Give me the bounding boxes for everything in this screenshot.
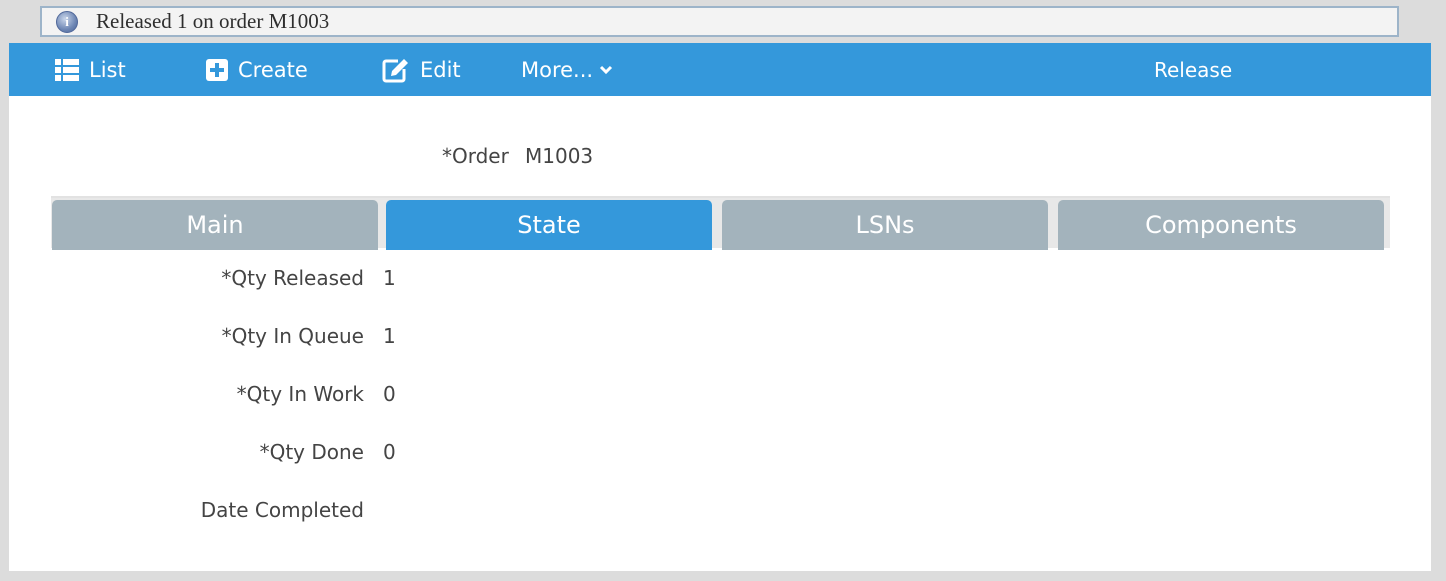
main-panel: List Create Edit More... Release *Order … xyxy=(9,43,1431,571)
tab-components[interactable]: Components xyxy=(1058,200,1384,250)
more-menu-button[interactable]: More... xyxy=(521,43,613,96)
date-completed-label: Date Completed xyxy=(200,498,364,522)
qty-released-label: *Qty Released xyxy=(221,266,364,290)
edit-label: Edit xyxy=(420,57,461,82)
info-icon: i xyxy=(56,10,78,33)
order-value: M1003 xyxy=(525,144,594,168)
qty-in-work-label: *Qty In Work xyxy=(236,382,364,406)
release-label: Release xyxy=(1154,57,1233,82)
list-button[interactable]: List xyxy=(55,43,126,96)
tab-lsns[interactable]: LSNs xyxy=(722,200,1048,250)
list-icon xyxy=(55,58,79,81)
create-button[interactable]: Create xyxy=(206,43,308,96)
qty-in-queue-value: 1 xyxy=(383,324,396,348)
tab-state[interactable]: State xyxy=(386,200,712,250)
edit-icon xyxy=(382,58,408,82)
list-label: List xyxy=(89,57,126,82)
message-bar: i Released 1 on order M1003 xyxy=(40,6,1399,37)
qty-in-work-value: 0 xyxy=(383,382,396,406)
more-label: More... xyxy=(521,57,594,82)
edit-button[interactable]: Edit xyxy=(382,43,461,96)
plus-square-icon xyxy=(206,58,228,81)
app-root: i Released 1 on order M1003 List Create … xyxy=(0,0,1446,581)
qty-released-value: 1 xyxy=(383,266,396,290)
release-button[interactable]: Release xyxy=(1154,43,1232,96)
toolbar: List Create Edit More... Release xyxy=(9,43,1431,96)
qty-done-value: 0 xyxy=(383,440,396,464)
tab-bar: Main State LSNs Components xyxy=(51,196,1390,250)
message-text: Released 1 on order M1003 xyxy=(96,9,330,33)
chevron-down-icon xyxy=(600,65,613,74)
tab-main[interactable]: Main xyxy=(52,200,378,250)
qty-done-label: *Qty Done xyxy=(259,440,364,464)
order-label: *Order xyxy=(442,144,509,168)
create-label: Create xyxy=(238,57,308,82)
qty-in-queue-label: *Qty In Queue xyxy=(221,324,364,348)
